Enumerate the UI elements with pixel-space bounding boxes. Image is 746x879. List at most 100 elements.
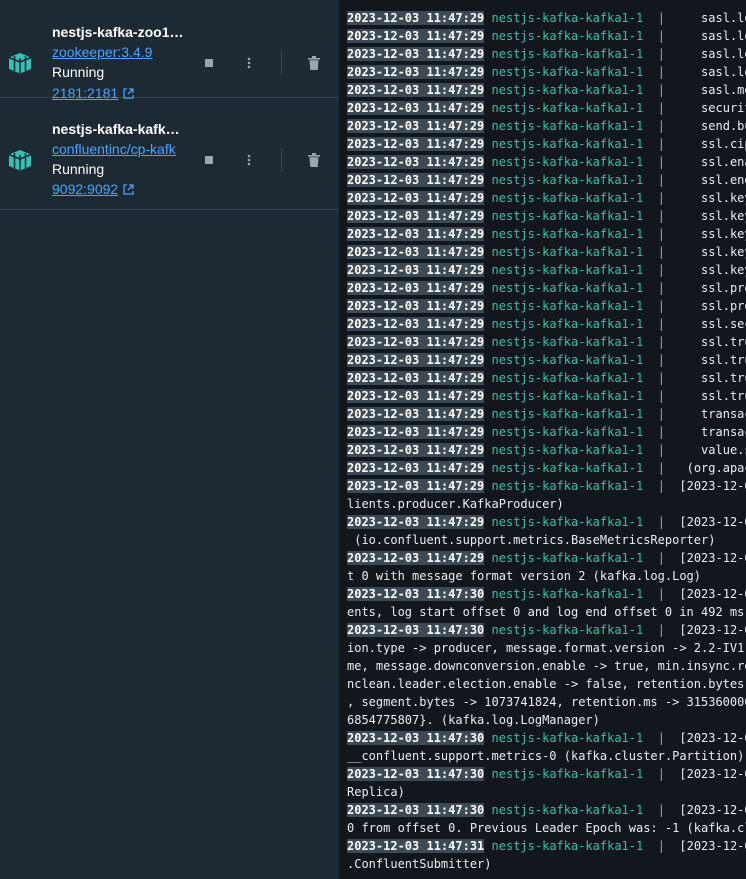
container-row[interactable]: nestjs-kafka-zoo1… zookeeper:3.4.9 Runni… [0,0,339,101]
delete-button[interactable] [304,53,324,73]
log-separator: | [657,623,665,637]
delete-button[interactable] [304,150,324,170]
log-line: 2023-12-03 11:47:29 nestjs-kafka-kafka1-… [347,549,746,567]
log-message: [2023-12-03 [679,767,746,781]
log-line: , segment.bytes -> 1073741824, retention… [347,693,746,711]
log-timestamp: 2023-12-03 11:47:29 [347,515,485,529]
more-actions-button[interactable] [239,53,259,73]
log-message: send.buff [701,119,746,133]
log-message: ssl.keyst [701,263,746,277]
log-message: ssl.trust [701,353,746,367]
log-container-name: nestjs-kafka-kafka1-1 [491,299,644,313]
stop-icon [205,59,213,67]
log-separator: | [657,227,665,241]
log-separator: | [657,101,665,115]
log-timestamp: 2023-12-03 11:47:29 [347,29,485,43]
log-line: 2023-12-03 11:47:30 nestjs-kafka-kafka1-… [347,585,746,603]
log-container-name: nestjs-kafka-kafka1-1 [491,227,644,241]
log-line: .ConfluentSubmitter) [347,855,746,873]
container-row[interactable]: nestjs-kafka-kafk… confluentinc/cp-kafk … [0,112,339,210]
log-line: 2023-12-03 11:47:29 nestjs-kafka-kafka1-… [347,63,746,81]
log-line: 2023-12-03 11:47:29 nestjs-kafka-kafka1-… [347,405,746,423]
container-port-link[interactable]: 9092:9092 [52,181,134,197]
log-timestamp: 2023-12-03 11:47:29 [347,227,485,241]
log-line: 2023-12-03 11:47:29 nestjs-kafka-kafka1-… [347,27,746,45]
log-timestamp: 2023-12-03 11:47:29 [347,83,485,97]
log-message: sasl.logi [701,47,746,61]
log-separator: | [657,263,665,277]
log-timestamp: 2023-12-03 11:47:29 [347,299,485,313]
log-container-name: nestjs-kafka-kafka1-1 [491,281,644,295]
log-timestamp: 2023-12-03 11:47:29 [347,407,485,421]
log-separator: | [657,425,665,439]
log-line: 2023-12-03 11:47:29 nestjs-kafka-kafka1-… [347,135,746,153]
log-timestamp: 2023-12-03 11:47:30 [347,731,485,745]
container-image-link[interactable]: confluentinc/cp-kafk [52,141,186,157]
log-message: ents, log start offset 0 and log end off… [347,605,746,619]
log-separator: | [657,587,665,601]
log-container-name: nestjs-kafka-kafka1-1 [491,317,644,331]
log-message: (org.apache [686,461,746,475]
log-line: 2023-12-03 11:47:29 nestjs-kafka-kafka1-… [347,81,746,99]
log-line: 2023-12-03 11:47:29 nestjs-kafka-kafka1-… [347,9,746,27]
log-line: 2023-12-03 11:47:29 nestjs-kafka-kafka1-… [347,297,746,315]
container-image-link[interactable]: zookeeper:3.4.9 [52,44,186,60]
log-separator: | [657,515,665,529]
log-container-name: nestjs-kafka-kafka1-1 [491,551,644,565]
log-message: sasl.logi [701,11,746,25]
log-viewer[interactable]: 2023-12-03 11:47:29 nestjs-kafka-kafka1-… [339,0,746,879]
log-line: 2023-12-03 11:47:29 nestjs-kafka-kafka1-… [347,459,746,477]
log-separator: | [657,479,665,493]
log-container-name: nestjs-kafka-kafka1-1 [491,335,644,349]
stop-icon [205,156,213,164]
log-line: 2023-12-03 11:47:29 nestjs-kafka-kafka1-… [347,189,746,207]
more-vertical-icon [247,57,251,69]
port-mapping[interactable]: 2181:2181 [52,85,118,101]
log-timestamp: 2023-12-03 11:47:29 [347,353,485,367]
log-line: 2023-12-03 11:47:29 nestjs-kafka-kafka1-… [347,45,746,63]
log-separator: | [657,245,665,259]
log-separator: | [657,65,665,79]
container-name: nestjs-kafka-kafk… [52,121,180,137]
log-message: ssl.proto [701,281,746,295]
container-list-panel: nestjs-kafka-zoo1… zookeeper:3.4.9 Runni… [0,0,339,879]
log-timestamp: 2023-12-03 11:47:29 [347,479,485,493]
log-message: security. [701,101,746,115]
log-timestamp: 2023-12-03 11:47:29 [347,11,485,25]
stop-button[interactable] [199,53,219,73]
container-icon [8,53,32,74]
log-line: 2023-12-03 11:47:31 nestjs-kafka-kafka1-… [347,837,746,855]
log-line: me, message.downconversion.enable -> tru… [347,657,746,675]
log-container-name: nestjs-kafka-kafka1-1 [491,767,644,781]
log-message: [2023-12-03 [679,623,746,637]
log-line: 2023-12-03 11:47:29 nestjs-kafka-kafka1-… [347,153,746,171]
log-separator: | [657,47,665,61]
log-timestamp: 2023-12-03 11:47:29 [347,155,485,169]
log-message: t 0 with message format version 2 (kafka… [347,569,702,583]
log-container-name: nestjs-kafka-kafka1-1 [491,479,644,493]
log-separator: | [657,443,665,457]
log-line: 2023-12-03 11:47:29 nestjs-kafka-kafka1-… [347,423,746,441]
log-separator: | [657,155,665,169]
log-separator: | [657,317,665,331]
log-line: 2023-12-03 11:47:29 nestjs-kafka-kafka1-… [347,441,746,459]
log-container-name: nestjs-kafka-kafka1-1 [491,155,644,169]
log-message: ssl.ciphe [701,137,746,151]
log-separator: | [657,119,665,133]
more-vertical-icon [247,154,251,166]
more-actions-button[interactable] [239,150,259,170]
log-message: ion.type -> producer, message.format.ver… [347,641,746,655]
stop-button[interactable] [199,150,219,170]
log-separator: | [657,173,665,187]
log-timestamp: 2023-12-03 11:47:29 [347,335,485,349]
port-mapping[interactable]: 9092:9092 [52,181,118,197]
log-container-name: nestjs-kafka-kafka1-1 [491,371,644,385]
log-container-name: nestjs-kafka-kafka1-1 [491,83,644,97]
log-container-name: nestjs-kafka-kafka1-1 [491,173,644,187]
log-message: sasl.logi [701,29,746,43]
log-separator: | [657,461,665,475]
log-timestamp: 2023-12-03 11:47:29 [347,461,485,475]
container-port-link[interactable]: 2181:2181 [52,85,134,101]
log-timestamp: 2023-12-03 11:47:29 [347,65,485,79]
log-container-name: nestjs-kafka-kafka1-1 [491,29,644,43]
